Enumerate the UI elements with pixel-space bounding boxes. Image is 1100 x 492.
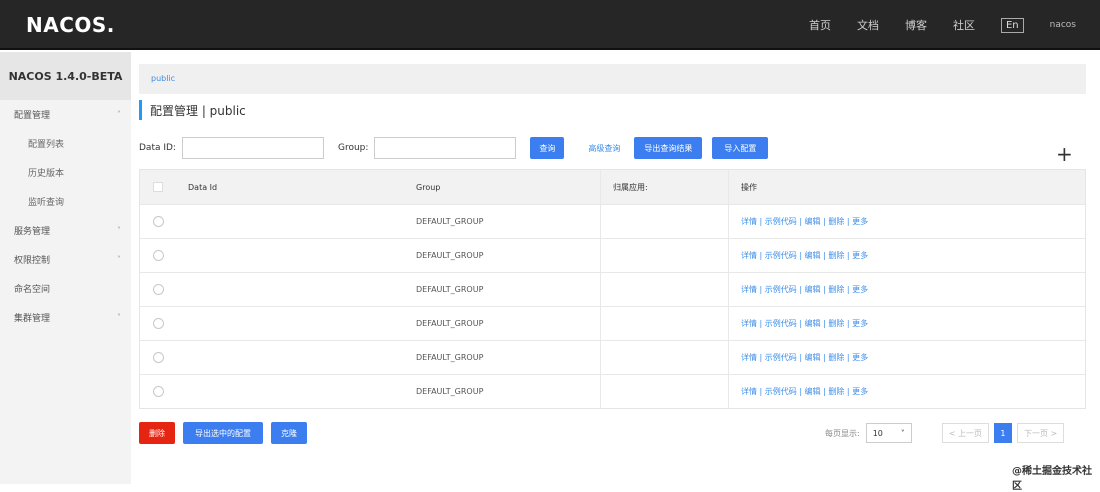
sidebar-item-label: 命名空间 bbox=[14, 285, 51, 295]
row-group: DEFAULT_GROUP bbox=[416, 251, 484, 260]
column-header-app: 归属应用: bbox=[600, 170, 729, 204]
row-actions[interactable]: 详情 | 示例代码 | 编辑 | 删除 | 更多 bbox=[729, 284, 1085, 295]
group-label: Group: bbox=[337, 143, 369, 153]
config-table: Data Id Group 归属应用: 操作 DEFAULT_GROUP 详情 |… bbox=[139, 169, 1086, 409]
nav-item-blog[interactable]: 博客 bbox=[905, 17, 927, 33]
row-radio[interactable] bbox=[152, 216, 164, 227]
language-switch[interactable]: En bbox=[1000, 17, 1024, 33]
watermark: @稀土掘金技术社区 bbox=[1012, 466, 1092, 492]
page-header: 配置管理 | public bbox=[139, 100, 254, 120]
table-row: DEFAULT_GROUP 详情 | 示例代码 | 编辑 | 删除 | 更多 bbox=[140, 272, 1085, 306]
page-title: 配置管理 | public bbox=[150, 103, 246, 118]
row-actions[interactable]: 详情 | 示例代码 | 编辑 | 删除 | 更多 bbox=[729, 250, 1085, 261]
prev-page-button[interactable]: < 上一页 bbox=[941, 423, 989, 443]
page-size-label: 每页显示: bbox=[825, 428, 860, 438]
row-group: DEFAULT_GROUP bbox=[416, 285, 484, 294]
page-size-select[interactable]: 10 ˅ bbox=[865, 423, 912, 443]
table-row: DEFAULT_GROUP 详情 | 示例代码 | 编辑 | 删除 | 更多 bbox=[140, 204, 1085, 238]
top-bar: NACOS. 首页 文档 博客 社区 En nacos bbox=[0, 0, 1100, 50]
sidebar: NACOS 1.4.0-BETA 配置管理 ˄ 配置列表 历史版本 监听查询 服务管理 ˅ 权… bbox=[0, 52, 131, 484]
chevron-icon: ˅ bbox=[117, 226, 121, 235]
nav-item-docs[interactable]: 文档 bbox=[857, 17, 879, 33]
chevron-down-icon: ˅ bbox=[900, 428, 905, 438]
clone-button[interactable]: 克隆 bbox=[271, 422, 307, 444]
data-id-input[interactable] bbox=[181, 137, 324, 159]
sidebar-item[interactable]: 命名空间 bbox=[0, 274, 131, 303]
nacos-logo[interactable]: NACOS. bbox=[26, 13, 115, 37]
sidebar-item-label: 历史版本 bbox=[28, 169, 65, 179]
sidebar-item-label: 权限控制 bbox=[14, 256, 51, 266]
row-group: DEFAULT_GROUP bbox=[416, 387, 484, 396]
filter-bar: Data ID: Group: 查询 高级查询 导出查询结果 导入配置 bbox=[139, 137, 769, 159]
row-app bbox=[600, 239, 729, 272]
sidebar-item-label: 集群管理 bbox=[14, 314, 51, 324]
row-app bbox=[600, 375, 729, 408]
row-radio[interactable] bbox=[152, 318, 164, 329]
row-group: DEFAULT_GROUP bbox=[416, 319, 484, 328]
row-group: DEFAULT_GROUP bbox=[416, 217, 484, 226]
user-name[interactable]: nacos bbox=[1050, 20, 1076, 30]
table-row: DEFAULT_GROUP 详情 | 示例代码 | 编辑 | 删除 | 更多 bbox=[140, 306, 1085, 340]
plus-icon[interactable]: + bbox=[1056, 142, 1073, 166]
row-radio[interactable] bbox=[152, 284, 164, 295]
delete-button[interactable]: 删除 bbox=[139, 422, 175, 444]
select-all-checkbox[interactable] bbox=[153, 182, 163, 192]
query-button[interactable]: 查询 bbox=[530, 137, 565, 159]
row-app bbox=[600, 341, 729, 374]
group-input[interactable] bbox=[374, 137, 517, 159]
row-actions[interactable]: 详情 | 示例代码 | 编辑 | 删除 | 更多 bbox=[729, 318, 1085, 329]
next-page-button[interactable]: 下一页 > bbox=[1016, 423, 1065, 443]
nav-item-community[interactable]: 社区 bbox=[953, 17, 975, 33]
sidebar-item-label: 监听查询 bbox=[28, 198, 65, 208]
chevron-icon: ˅ bbox=[117, 255, 121, 264]
sidebar-item[interactable]: 监听查询 bbox=[0, 187, 131, 216]
column-header-group: Group bbox=[416, 182, 441, 192]
row-actions[interactable]: 详情 | 示例代码 | 编辑 | 删除 | 更多 bbox=[729, 216, 1085, 227]
pagination: 每页显示: 10 ˅ < 上一页 1 下一页 > bbox=[825, 423, 1065, 443]
row-app bbox=[600, 307, 729, 340]
sidebar-item-label: 服务管理 bbox=[14, 227, 51, 237]
export-query-button[interactable]: 导出查询结果 bbox=[634, 137, 703, 159]
row-app bbox=[600, 205, 729, 238]
sidebar-item[interactable]: 配置列表 bbox=[0, 129, 131, 158]
sidebar-item[interactable]: 集群管理 ˅ bbox=[0, 303, 131, 332]
namespace-bar: public bbox=[139, 64, 1086, 94]
top-nav: 首页 文档 博客 社区 En nacos bbox=[809, 0, 1076, 50]
row-group: DEFAULT_GROUP bbox=[416, 353, 484, 362]
import-config-button[interactable]: 导入配置 bbox=[712, 137, 769, 159]
sidebar-version-title: NACOS 1.4.0-BETA bbox=[0, 52, 131, 100]
namespace-link[interactable]: public bbox=[151, 74, 175, 83]
sidebar-item[interactable]: 权限控制 ˅ bbox=[0, 245, 131, 274]
row-radio[interactable] bbox=[152, 250, 164, 261]
column-header-actions: 操作 bbox=[741, 182, 757, 192]
column-header-data-id: Data Id bbox=[188, 182, 218, 192]
table-row: DEFAULT_GROUP 详情 | 示例代码 | 编辑 | 删除 | 更多 bbox=[140, 238, 1085, 272]
export-selected-button[interactable]: 导出选中的配置 bbox=[183, 422, 263, 444]
chevron-icon: ˄ bbox=[117, 110, 121, 119]
bottom-actions: 删除 导出选中的配置 克隆 bbox=[139, 422, 307, 444]
data-id-label: Data ID: bbox=[139, 143, 176, 153]
table-header: Data Id Group 归属应用: 操作 bbox=[140, 170, 1085, 204]
sidebar-item[interactable]: 配置管理 ˄ bbox=[0, 100, 131, 129]
row-app bbox=[600, 273, 729, 306]
row-radio[interactable] bbox=[152, 386, 164, 397]
sidebar-menu: 配置管理 ˄ 配置列表历史版本监听查询服务管理 ˅ 权限控制 ˅ 命名空间集群管理 ˅ bbox=[0, 100, 131, 332]
sidebar-item[interactable]: 服务管理 ˅ bbox=[0, 216, 131, 245]
page-size-value: 10 bbox=[872, 428, 883, 438]
current-page-button[interactable]: 1 bbox=[993, 423, 1012, 443]
nav-item-home[interactable]: 首页 bbox=[809, 17, 831, 33]
table-row: DEFAULT_GROUP 详情 | 示例代码 | 编辑 | 删除 | 更多 bbox=[140, 374, 1085, 408]
sidebar-item[interactable]: 历史版本 bbox=[0, 158, 131, 187]
row-radio[interactable] bbox=[152, 352, 164, 363]
sidebar-item-label: 配置管理 bbox=[14, 111, 51, 121]
chevron-icon: ˅ bbox=[117, 313, 121, 322]
advanced-query-link[interactable]: 高级查询 bbox=[588, 143, 620, 154]
row-actions[interactable]: 详情 | 示例代码 | 编辑 | 删除 | 更多 bbox=[729, 386, 1085, 397]
sidebar-item-label: 配置列表 bbox=[28, 140, 65, 150]
row-actions[interactable]: 详情 | 示例代码 | 编辑 | 删除 | 更多 bbox=[729, 352, 1085, 363]
main-content: public 配置管理 | public Data ID: Group: 查询 … bbox=[131, 52, 1100, 484]
table-row: DEFAULT_GROUP 详情 | 示例代码 | 编辑 | 删除 | 更多 bbox=[140, 340, 1085, 374]
